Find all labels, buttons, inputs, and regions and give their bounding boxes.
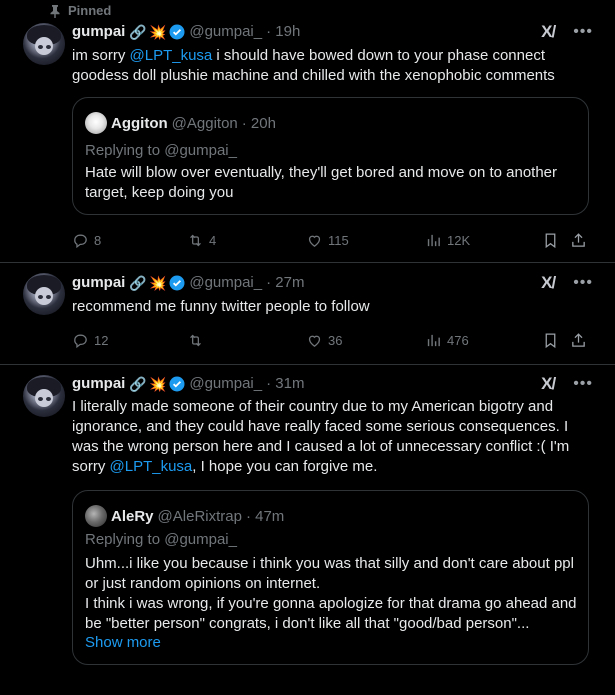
author-handle[interactable]: @gumpai_ bbox=[189, 23, 262, 40]
like-button[interactable]: 36 bbox=[306, 332, 342, 349]
timeline: Pinned gumpai 🔗 💥 @gumpai_ · 19h X/ ••• … bbox=[0, 0, 615, 685]
quote-text: Uhm...i like you because i think you was… bbox=[85, 555, 577, 632]
quote-timestamp: · 20h bbox=[241, 114, 276, 132]
quote-author-handle: @AleRixtrap bbox=[157, 507, 242, 525]
like-icon bbox=[308, 235, 321, 247]
collision-emoji: 💥 bbox=[149, 375, 167, 392]
show-more-link[interactable]: Show more bbox=[85, 634, 161, 651]
views-icon bbox=[427, 234, 440, 246]
tweet[interactable]: Pinned gumpai 🔗 💥 @gumpai_ · 19h X/ ••• … bbox=[0, 0, 615, 263]
views-button[interactable]: 476 bbox=[425, 332, 469, 349]
timestamp[interactable]: · 19h bbox=[266, 23, 300, 40]
retweet-icon bbox=[190, 234, 201, 246]
link-emoji: 🔗 bbox=[129, 274, 147, 291]
grok-icon[interactable]: X/ bbox=[541, 273, 556, 293]
bookmark-button[interactable] bbox=[542, 232, 559, 249]
mention-link[interactable]: @LPT_kusa bbox=[110, 458, 193, 475]
views-count: 476 bbox=[447, 332, 469, 348]
verified-badge-icon[interactable] bbox=[169, 24, 185, 40]
collision-emoji: 💥 bbox=[149, 274, 167, 291]
tweet-header: gumpai 🔗 💥 @gumpai_ · 27m bbox=[72, 274, 304, 291]
action-bar: 8 4 115 12K bbox=[72, 230, 592, 250]
quoted-tweet[interactable]: Aggiton @Aggiton · 20h Replying to @gump… bbox=[72, 97, 589, 215]
tweet-text: recommend me funny twitter people to fol… bbox=[72, 298, 370, 315]
tweet-header: gumpai 🔗 💥 @gumpai_ · 19h bbox=[72, 23, 300, 40]
quote-author-name: Aggiton bbox=[111, 114, 168, 132]
reply-icon bbox=[74, 334, 87, 348]
views-button[interactable]: 12K bbox=[425, 232, 470, 249]
pinned-indicator: Pinned bbox=[48, 3, 111, 18]
author-name[interactable]: gumpai bbox=[72, 274, 125, 291]
timestamp[interactable]: · 27m bbox=[266, 274, 304, 291]
grok-icon[interactable]: X/ bbox=[541, 374, 556, 394]
reply-button[interactable]: 12 bbox=[72, 332, 108, 349]
avatar[interactable] bbox=[23, 375, 65, 417]
quote-author-handle: @Aggiton bbox=[171, 114, 238, 132]
share-icon bbox=[572, 332, 585, 347]
quote-avatar bbox=[85, 505, 107, 527]
like-icon bbox=[308, 335, 321, 347]
author-handle[interactable]: @gumpai_ bbox=[189, 375, 262, 392]
retweet-button[interactable] bbox=[187, 332, 209, 349]
author-handle[interactable]: @gumpai_ bbox=[189, 274, 262, 291]
views-count: 12K bbox=[447, 232, 471, 248]
bookmark-icon bbox=[545, 232, 556, 248]
action-bar: 12 36 476 bbox=[72, 330, 592, 350]
reply-count: 8 bbox=[94, 232, 102, 248]
share-button[interactable] bbox=[570, 332, 587, 349]
tweet[interactable]: gumpai 🔗 💥 @gumpai_ · 31m X/ ••• I liter… bbox=[0, 365, 615, 695]
tweet-text: im sorry @LPT_kusa i should have bowed d… bbox=[72, 47, 555, 84]
pin-icon bbox=[50, 4, 60, 18]
share-button[interactable] bbox=[570, 232, 587, 249]
quote-replying-to: Replying to @gumpai_ bbox=[85, 142, 237, 159]
verified-badge-icon[interactable] bbox=[169, 275, 185, 291]
reply-icon bbox=[74, 234, 87, 248]
collision-emoji: 💥 bbox=[149, 23, 167, 40]
link-emoji: 🔗 bbox=[129, 375, 147, 392]
more-icon[interactable]: ••• bbox=[573, 23, 593, 41]
avatar[interactable] bbox=[23, 23, 65, 65]
like-count: 115 bbox=[328, 232, 349, 248]
bookmark-button[interactable] bbox=[542, 332, 559, 349]
retweet-button[interactable]: 4 bbox=[187, 232, 216, 249]
retweet-icon bbox=[190, 334, 201, 346]
quote-text: Hate will blow over eventually, they'll … bbox=[85, 164, 558, 201]
verified-badge-icon[interactable] bbox=[169, 376, 185, 392]
timestamp[interactable]: · 31m bbox=[266, 375, 304, 392]
quoted-tweet[interactable]: AleRy @AleRixtrap · 47m Replying to @gum… bbox=[72, 490, 589, 665]
link-emoji: 🔗 bbox=[129, 23, 147, 40]
quote-author-name: AleRy bbox=[111, 507, 154, 525]
pinned-label: Pinned bbox=[68, 3, 112, 18]
tweet-header: gumpai 🔗 💥 @gumpai_ · 31m bbox=[72, 375, 304, 392]
author-name[interactable]: gumpai bbox=[72, 23, 125, 40]
tweet[interactable]: gumpai 🔗 💥 @gumpai_ · 27m X/ ••• recomme… bbox=[0, 263, 615, 365]
author-name[interactable]: gumpai bbox=[72, 375, 125, 392]
retweet-count: 4 bbox=[209, 232, 217, 248]
reply-button[interactable]: 8 bbox=[72, 232, 101, 249]
quote-replying-to: Replying to @gumpai_ bbox=[85, 531, 237, 548]
grok-icon[interactable]: X/ bbox=[541, 22, 556, 42]
reply-count: 12 bbox=[94, 332, 109, 348]
quote-avatar bbox=[85, 112, 107, 134]
like-button[interactable]: 115 bbox=[306, 232, 349, 249]
more-icon[interactable]: ••• bbox=[573, 274, 593, 292]
quote-timestamp: · 47m bbox=[245, 507, 285, 525]
tweet-text: I literally made someone of their countr… bbox=[72, 398, 570, 475]
bookmark-icon bbox=[545, 332, 556, 348]
share-icon bbox=[572, 232, 585, 247]
like-count: 36 bbox=[328, 332, 343, 348]
views-icon bbox=[427, 334, 440, 346]
more-icon[interactable]: ••• bbox=[573, 375, 593, 393]
mention-link[interactable]: @LPT_kusa bbox=[130, 47, 213, 64]
avatar[interactable] bbox=[23, 273, 65, 315]
